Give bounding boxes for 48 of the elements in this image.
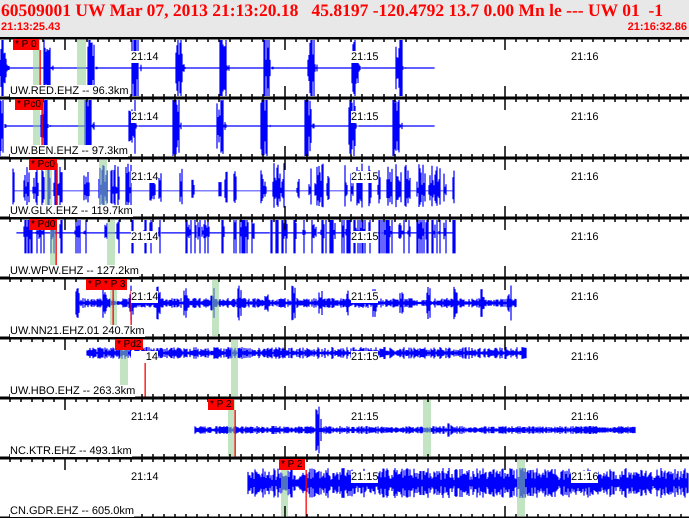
time-label: 21:16 — [571, 351, 598, 363]
time-label: 21:16 — [571, 231, 598, 243]
time-label: 21:14 — [131, 171, 158, 183]
time-label: 21:14 — [131, 471, 158, 483]
time-label: 21:16 — [571, 171, 598, 183]
station-label: UW.HBO.EHZ -- 263.3km — [10, 385, 136, 397]
pick-flag[interactable]: * P 2 — [279, 459, 304, 470]
pick-window-band — [231, 340, 238, 396]
time-label: 21:16 — [571, 291, 598, 303]
pick-flag[interactable]: * P 0 — [13, 39, 38, 50]
pick-window-band — [212, 280, 219, 336]
time-label: 21:16 — [571, 51, 598, 63]
pick-flag[interactable]: * Pc0 — [29, 159, 57, 170]
pick-flag[interactable]: * P 2 — [208, 399, 234, 410]
pick-flag[interactable]: * Pd2 — [115, 339, 144, 350]
station-label: CN.GDR.EHZ -- 605.0km — [10, 505, 134, 517]
station-label: UW.NN21.EHZ.01 240.7km — [10, 325, 144, 337]
time-label: 21:16 — [571, 411, 598, 423]
station-label: UW.WPW.EHZ -- 127.2km — [10, 265, 139, 277]
time-label: 21:16 — [571, 471, 598, 483]
time-label: 21:15 — [351, 411, 378, 423]
station-label: NC.KTR.EHZ -- 493.1km — [10, 445, 132, 457]
pick-window-band — [517, 460, 525, 516]
event-title: 60509001 UW Mar 07, 2013 21:13:20.18 45.8197 -120.4792 13.7 0.00 Mn le --- UW 01 -1 — [0, 0, 664, 21]
time-label: 21:14 — [131, 51, 158, 63]
end-time: 21:16:32.86 — [628, 21, 687, 34]
time-label: 21:15 — [351, 231, 378, 243]
station-label: UW.BEN.EHZ -- 97.3km — [10, 145, 128, 157]
time-label: 21:15 — [351, 51, 378, 63]
pick-flag[interactable]: * Pc0 — [15, 99, 43, 110]
pick-flag[interactable]: * P * P 3 — [86, 279, 128, 290]
pick-line — [306, 470, 307, 518]
time-label: 14 — [131, 351, 158, 363]
time-label: 21:15 — [351, 351, 378, 363]
time-label: 21:15 — [351, 171, 378, 183]
station-label: UW.RED.EHZ -- 96.3km — [10, 85, 129, 97]
time-label: 21:15 — [351, 111, 378, 123]
station-label: UW.GLK.EHZ -- 119.7km — [10, 205, 133, 217]
time-label: 21:14 — [131, 411, 158, 423]
start-time: 21:13:25.43 — [1, 21, 60, 34]
time-label: 21:14 — [131, 111, 158, 123]
pick-line — [234, 410, 236, 458]
time-label: 21:15 — [351, 291, 378, 303]
time-label: 21:15 — [351, 471, 378, 483]
pick-flag[interactable]: * Pd0 — [29, 219, 58, 230]
time-label: 21:16 — [571, 111, 598, 123]
pick-window-band — [423, 400, 431, 456]
time-label: 21:14 — [131, 231, 158, 243]
